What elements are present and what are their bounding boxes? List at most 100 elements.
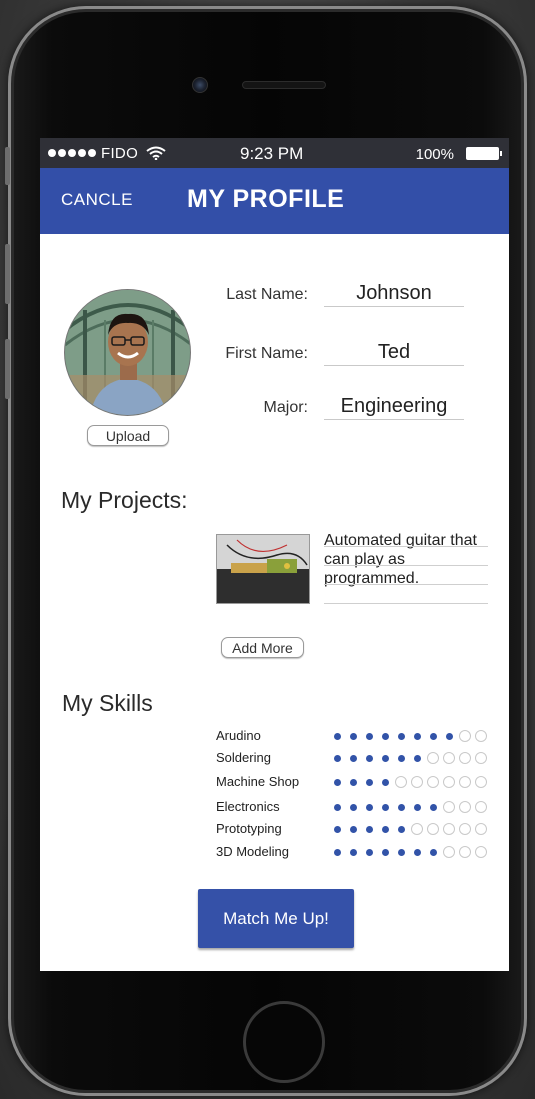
skill-dot-filled[interactable] xyxy=(427,846,439,858)
skill-row-machine-shop: Machine Shop xyxy=(216,772,496,792)
home-button[interactable] xyxy=(243,1001,325,1083)
skill-dot-empty[interactable] xyxy=(443,752,455,764)
match-me-up-button[interactable]: Match Me Up! xyxy=(198,889,354,948)
skill-dot-empty[interactable] xyxy=(427,752,439,764)
skill-dot-empty[interactable] xyxy=(443,846,455,858)
skill-dot-filled[interactable] xyxy=(347,823,359,835)
skill-dot-empty[interactable] xyxy=(411,823,423,835)
add-more-button[interactable]: Add More xyxy=(221,637,304,658)
cancel-button[interactable]: CANCLE xyxy=(61,190,133,210)
project-image xyxy=(217,535,309,603)
major-label: Major: xyxy=(263,399,308,416)
skill-dot-filled[interactable] xyxy=(347,752,359,764)
skill-dot-filled[interactable] xyxy=(379,846,391,858)
skill-dot-filled[interactable] xyxy=(395,846,407,858)
skill-dot-filled[interactable] xyxy=(347,846,359,858)
skill-row-arudino: Arudino xyxy=(216,726,496,746)
skill-dot-filled[interactable] xyxy=(347,730,359,742)
skill-dot-filled[interactable] xyxy=(411,752,423,764)
skill-dot-filled[interactable] xyxy=(395,752,407,764)
skill-row-electronics: Electronics xyxy=(216,797,496,817)
skill-dot-empty[interactable] xyxy=(395,776,407,788)
skill-dot-filled[interactable] xyxy=(395,801,407,813)
skill-dot-filled[interactable] xyxy=(411,801,423,813)
skill-dot-filled[interactable] xyxy=(427,801,439,813)
skill-rating[interactable] xyxy=(331,823,487,835)
major-field[interactable]: Engineering xyxy=(324,395,464,420)
wifi-icon xyxy=(146,146,166,160)
skill-dot-empty[interactable] xyxy=(459,730,471,742)
carrier-name: FIDO xyxy=(101,144,139,162)
skill-dot-empty[interactable] xyxy=(475,846,487,858)
project-thumbnail[interactable] xyxy=(216,534,310,604)
last-name-label: Last Name: xyxy=(226,286,308,303)
clock: 9:23 PM xyxy=(240,144,304,163)
skill-dot-filled[interactable] xyxy=(331,730,343,742)
skill-dot-empty[interactable] xyxy=(427,776,439,788)
avatar xyxy=(64,289,191,416)
skills-section-title: My Skills xyxy=(62,690,153,716)
skill-rating[interactable] xyxy=(331,801,487,813)
skill-dot-filled[interactable] xyxy=(331,823,343,835)
skill-dot-filled[interactable] xyxy=(347,801,359,813)
skill-dot-filled[interactable] xyxy=(411,730,423,742)
skill-dot-filled[interactable] xyxy=(363,730,375,742)
skill-row-soldering: Soldering xyxy=(216,748,496,768)
upload-button[interactable]: Upload xyxy=(87,425,169,446)
skill-dot-filled[interactable] xyxy=(395,730,407,742)
skill-dot-filled[interactable] xyxy=(411,846,423,858)
skill-dot-filled[interactable] xyxy=(443,730,455,742)
skill-dot-empty[interactable] xyxy=(475,823,487,835)
skill-dot-empty[interactable] xyxy=(475,730,487,742)
skill-dot-filled[interactable] xyxy=(331,801,343,813)
skill-dot-filled[interactable] xyxy=(363,776,375,788)
skill-dot-filled[interactable] xyxy=(363,846,375,858)
skill-dot-empty[interactable] xyxy=(411,776,423,788)
skill-rating[interactable] xyxy=(331,776,487,788)
skill-name: Arudino xyxy=(216,728,261,743)
skill-dot-filled[interactable] xyxy=(363,752,375,764)
skill-dot-empty[interactable] xyxy=(459,823,471,835)
skill-dot-filled[interactable] xyxy=(363,823,375,835)
skill-dot-filled[interactable] xyxy=(379,752,391,764)
earpiece-speaker xyxy=(242,81,326,89)
skill-dot-empty[interactable] xyxy=(443,776,455,788)
last-name-field[interactable]: Johnson xyxy=(324,282,464,307)
app-screen: FIDO 9:23 PM 100% CANCLE MY PROFILE Uplo… xyxy=(40,138,509,971)
skill-dot-filled[interactable] xyxy=(379,730,391,742)
battery-percent: 100% xyxy=(415,146,454,163)
skill-dot-empty[interactable] xyxy=(459,801,471,813)
skill-dot-filled[interactable] xyxy=(363,801,375,813)
skill-dot-filled[interactable] xyxy=(379,776,391,788)
skill-name: Machine Shop xyxy=(216,774,300,789)
skill-dot-empty[interactable] xyxy=(443,823,455,835)
skill-dot-filled[interactable] xyxy=(427,730,439,742)
volume-up-button xyxy=(5,244,10,304)
projects-section-title: My Projects: xyxy=(61,487,188,513)
skill-dot-empty[interactable] xyxy=(427,823,439,835)
skill-rating[interactable] xyxy=(331,846,487,858)
status-bar: FIDO 9:23 PM 100% xyxy=(40,138,509,168)
project-description[interactable]: Automated guitar that can play as progra… xyxy=(324,531,488,588)
skill-dot-filled[interactable] xyxy=(379,823,391,835)
skill-dot-filled[interactable] xyxy=(379,801,391,813)
front-camera xyxy=(192,77,208,93)
battery-icon xyxy=(466,147,502,160)
skill-dot-filled[interactable] xyxy=(331,846,343,858)
skill-dot-empty[interactable] xyxy=(459,752,471,764)
skill-rating[interactable] xyxy=(331,730,487,742)
skill-dot-empty[interactable] xyxy=(475,776,487,788)
skill-dot-empty[interactable] xyxy=(475,801,487,813)
skill-dot-empty[interactable] xyxy=(459,846,471,858)
skill-dot-filled[interactable] xyxy=(395,823,407,835)
skill-rating[interactable] xyxy=(331,752,487,764)
skill-dot-filled[interactable] xyxy=(331,752,343,764)
skill-dot-filled[interactable] xyxy=(347,776,359,788)
skill-dot-filled[interactable] xyxy=(331,776,343,788)
first-name-field[interactable]: Ted xyxy=(324,341,464,366)
skill-dot-empty[interactable] xyxy=(443,801,455,813)
skill-dot-empty[interactable] xyxy=(475,752,487,764)
skill-name: Soldering xyxy=(216,750,271,765)
skill-dot-empty[interactable] xyxy=(459,776,471,788)
profile-photo xyxy=(65,290,190,415)
